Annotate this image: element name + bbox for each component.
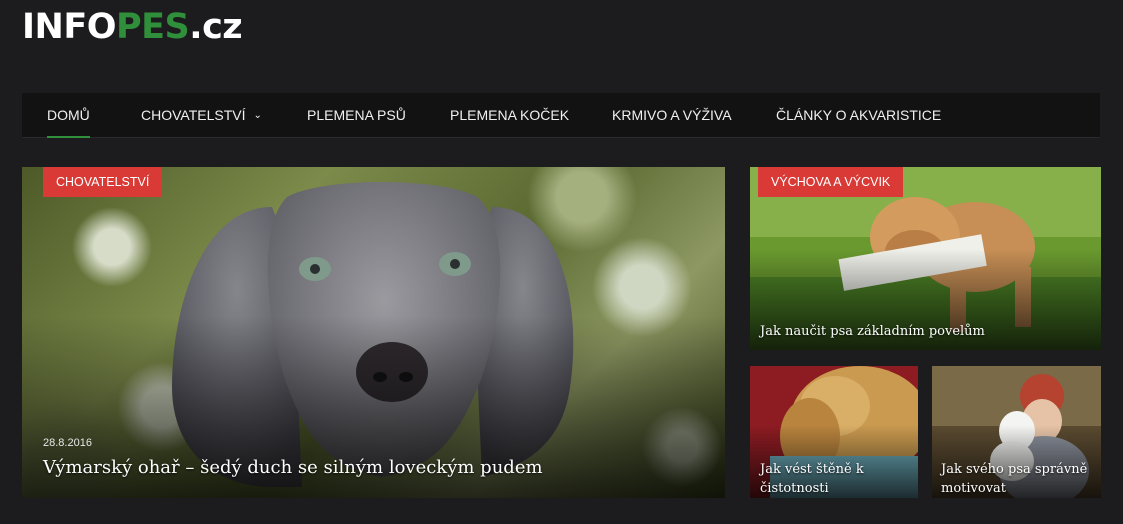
nav-item-label: KRMIVO A VÝŽIVA — [612, 107, 732, 123]
logo-text-cz: cz — [202, 7, 243, 47]
logo-text-info: INFO — [22, 7, 116, 47]
logo-text-dot: . — [189, 7, 203, 47]
main-navigation: DOMŮ CHOVATELSTVÍ ⌄ PLEMENA PSŮ PLEMENA K… — [22, 93, 1100, 138]
nav-item-plemena-kocek[interactable]: PLEMENA KOČEK — [450, 93, 569, 137]
logo-text-pes: PES — [115, 7, 190, 47]
nav-item-label: ČLÁNKY O AKVARISTICE — [776, 107, 942, 123]
nav-item-chovatelstvi[interactable]: CHOVATELSTVÍ ⌄ — [141, 93, 262, 137]
featured-article-side-right[interactable]: Jak svého psa správně motivovat — [932, 366, 1101, 498]
featured-article-main[interactable]: CHOVATELSTVÍ 28.8.2016 Výmarský ohař – š… — [22, 167, 725, 498]
article-date: 28.8.2016 — [43, 437, 92, 449]
featured-article-side-left[interactable]: Jak vést štěně k čistotnosti — [750, 366, 918, 498]
nav-item-akvaristika[interactable]: ČLÁNKY O AKVARISTICE — [776, 93, 941, 137]
article-title[interactable]: Jak svého psa správně motivovat — [941, 460, 1096, 498]
nav-item-krmivo[interactable]: KRMIVO A VÝŽIVA — [612, 93, 732, 137]
featured-article-side-top[interactable]: VÝCHOVA A VÝCVIK Jak naučit psa základní… — [750, 167, 1101, 350]
nav-item-label: PLEMENA PSŮ — [307, 107, 406, 123]
category-badge[interactable]: CHOVATELSTVÍ — [43, 167, 163, 197]
site-logo[interactable]: INFOPES.cz — [22, 6, 243, 48]
nav-item-plemena-psu[interactable]: PLEMENA PSŮ — [307, 93, 406, 137]
chevron-down-icon: ⌄ — [253, 110, 262, 122]
category-badge[interactable]: VÝCHOVA A VÝCVIK — [758, 167, 904, 197]
article-title[interactable]: Jak vést štěně k čistotnosti — [760, 460, 910, 498]
nav-item-domu[interactable]: DOMŮ — [47, 93, 90, 138]
nav-item-label: PLEMENA KOČEK — [450, 107, 570, 123]
article-title[interactable]: Výmarský ohař – šedý duch se silným love… — [43, 457, 703, 478]
article-title[interactable]: Jak naučit psa základním povelům — [760, 324, 1090, 339]
nav-item-label: CHOVATELSTVÍ — [141, 107, 246, 123]
nav-item-label: DOMŮ — [47, 107, 90, 123]
